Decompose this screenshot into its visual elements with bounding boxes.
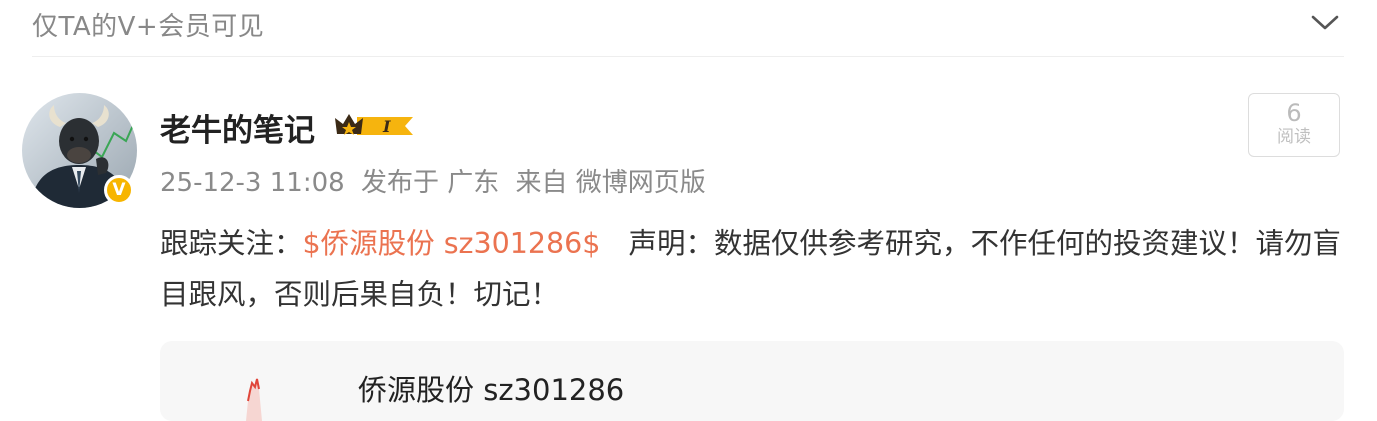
read-label: 阅读 [1277, 127, 1311, 147]
stock-card[interactable]: 侨源股份 sz301286 [160, 341, 1344, 421]
author-name[interactable]: 老牛的笔记 [160, 105, 315, 150]
post-date[interactable]: 25-12-3 11:08 [160, 168, 345, 198]
post-meta: 25-12-3 11:08 发布于 广东 来自 微博网页版 [160, 162, 714, 199]
stock-tag-link[interactable]: $侨源股份 sz301286$ [303, 227, 601, 260]
post-content: 跟踪关注：$侨源股份 sz301286$ 声明：数据仅供参考研究，不作任何的投资建… [160, 218, 1350, 320]
stock-card-title: 侨源股份 sz301286 [358, 373, 625, 407]
stock-chart-thumbnail-icon [246, 378, 262, 421]
read-count-box: 6 阅读 [1248, 93, 1340, 157]
content-prefix: 跟踪关注： [160, 227, 303, 260]
crown-icon[interactable]: I [333, 110, 417, 142]
visibility-title: 仅TA的V+会员可见 [32, 12, 265, 42]
post-location: 发布于 广东 [360, 168, 500, 198]
post-source[interactable]: 来自 微博网页版 [515, 168, 705, 198]
top-bar: 仅TA的V+会员可见 [0, 0, 1377, 56]
verified-badge-icon: V [104, 175, 134, 205]
read-count: 6 [1286, 99, 1302, 127]
divider [32, 56, 1344, 57]
crown-level: I [382, 117, 391, 136]
chevron-down-icon[interactable] [1308, 10, 1342, 34]
